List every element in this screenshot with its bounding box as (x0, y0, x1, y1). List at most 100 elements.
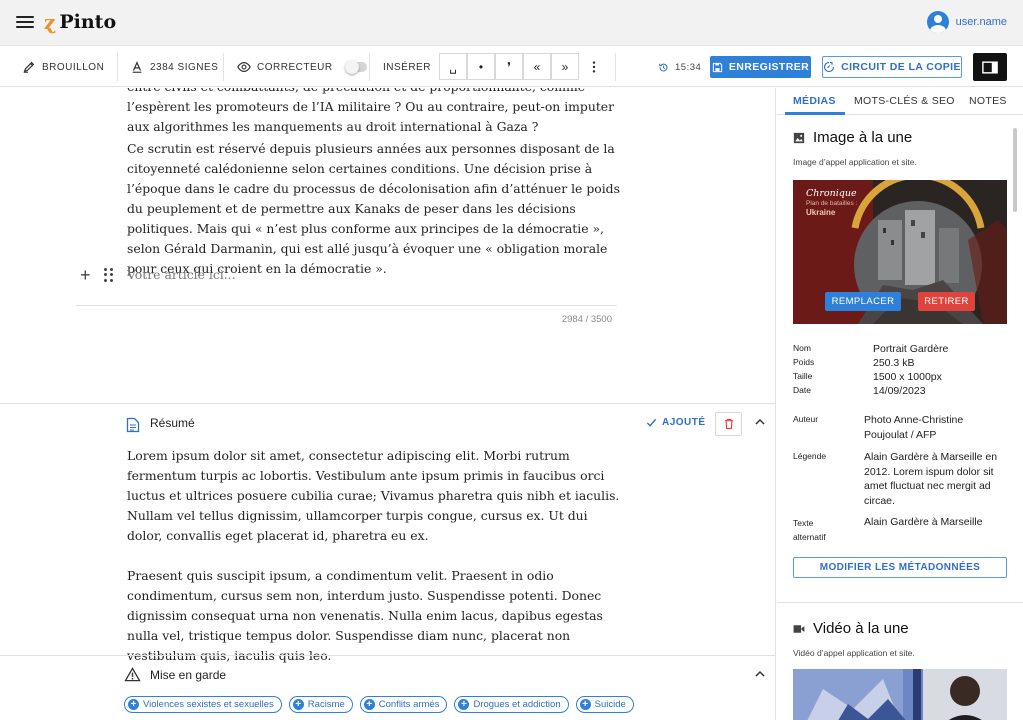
featured-image-title: Image à la une (813, 129, 913, 146)
image-overlay-topic: Ukraine (806, 208, 836, 217)
summary-header[interactable]: Résumé AJOUTÉ (0, 404, 775, 444)
insert-close-quote-button[interactable]: » (551, 53, 579, 80)
toggle-sidebar-button[interactable] (973, 53, 1007, 81)
time-label: 15:34 (675, 61, 702, 73)
tag-label: Racisme (307, 699, 345, 710)
chevron-up-icon[interactable] (754, 668, 766, 680)
featured-video-subtitle: Vidéo d’appel application et site. (793, 648, 915, 658)
tab-keywords-seo[interactable]: MOTS-CLÉS & SEO (854, 95, 955, 107)
article-input-placeholder[interactable]: Votre article ici... (127, 265, 236, 285)
image-icon (793, 132, 805, 143)
summary-paragraph[interactable]: Lorem ipsum dolor sit amet, consectetur … (127, 446, 622, 546)
sidebar-tabs: MÉDIAS MOTS-CLÉS & SEO NOTES (777, 88, 1023, 115)
article-char-count: 2984 / 3500 (561, 314, 612, 325)
sidebar-panel-icon (982, 60, 998, 74)
drag-handle-icon[interactable] (104, 268, 114, 282)
meta-value: Alain Gardère à Marseille (864, 516, 983, 528)
insert-apostrophe-button[interactable]: ❜ (495, 53, 523, 80)
insert-nbsp-button[interactable]: ␣ (439, 53, 467, 80)
warning-tag[interactable]: + Violences sexistes et sexuelles (124, 696, 282, 713)
last-saved-time: 15:34 (658, 47, 701, 87)
add-circle-icon: + (458, 699, 470, 710)
more-options-button[interactable] (587, 47, 601, 87)
insert-label: INSÉRER (383, 47, 431, 87)
meta-key: Légende (793, 451, 827, 461)
chevron-up-icon[interactable] (754, 416, 766, 428)
replace-image-button[interactable]: REMPLACER (825, 292, 901, 311)
remove-image-button[interactable]: RETIRER (918, 292, 975, 311)
article-editor[interactable]: entre civils et combattants, de précauti… (0, 88, 776, 720)
warning-tag[interactable]: + Drogues et addiction (454, 696, 569, 713)
sidebar-scrollbar[interactable] (1013, 128, 1017, 212)
tab-medias[interactable]: MÉDIAS (793, 95, 836, 107)
summary-added-status: AJOUTÉ (646, 417, 706, 428)
meta-value: Alain Gardère à Marseille en 2012. Lorem… (864, 451, 998, 507)
save-icon (712, 62, 723, 72)
summary-section: Résumé AJOUTÉ Lorem ipsum dolor sit amet… (0, 403, 775, 663)
char-count-indicator: 2384 SIGNES (130, 47, 218, 87)
added-label: AJOUTÉ (662, 417, 706, 428)
divider (76, 305, 617, 306)
menu-icon[interactable] (16, 13, 34, 31)
warning-tags: + Violences sexistes et sexuelles + Racism… (124, 696, 634, 713)
avatar-icon (926, 11, 949, 33)
summary-paragraph[interactable]: Praesent quis suscipit ipsum, a condimen… (127, 566, 622, 666)
warning-tag[interactable]: + Suicide (575, 696, 634, 713)
meta-value: 14/09/2023 (873, 385, 926, 397)
more-vertical-icon (592, 61, 596, 73)
char-count-label: 2384 SIGNES (150, 61, 219, 73)
history-icon (659, 63, 668, 71)
divider (777, 602, 1023, 603)
summary-text[interactable]: Lorem ipsum dolor sit amet, consectetur … (127, 446, 622, 686)
meta-value: Portrait Gardère (873, 343, 949, 355)
app-name: Pinto (59, 11, 117, 33)
draft-status-button[interactable]: BROUILLON (22, 47, 104, 87)
meta-key: Poids (793, 357, 815, 367)
meta-value: 1500 x 1000px (873, 371, 942, 383)
image-overlay-subtitle: Plan de batailles : (806, 200, 858, 207)
copy-circuit-button[interactable]: CIRCUIT DE LA COPIE (822, 56, 962, 78)
featured-video-heading: Vidéo à la une (793, 620, 909, 637)
corrector-label: CORRECTEUR (257, 61, 333, 73)
warning-tag[interactable]: + Racisme (288, 696, 353, 713)
trash-icon (724, 418, 733, 430)
meta-key: Date (793, 385, 811, 395)
article-paragraph[interactable]: entre civils et combattants, de précauti… (127, 88, 622, 137)
tag-label: Suicide (594, 699, 626, 710)
image-overlay-title: Chronique (806, 188, 857, 199)
insert-open-quote-button[interactable]: « (523, 53, 551, 80)
featured-image-subtitle: Image d’appel application et site. (793, 157, 917, 167)
corrector-switch[interactable] (344, 60, 367, 74)
add-block-icon[interactable]: + (80, 266, 96, 284)
edit-metadata-button[interactable]: MODIFIER LES MÉTADONNÉES (793, 557, 1007, 578)
featured-video-title: Vidéo à la une (813, 620, 909, 637)
warning-icon (124, 667, 141, 682)
top-bar: ɀ Pinto user.name (0, 0, 1023, 46)
featured-image-preview: Chronique Plan de batailles : Ukraine RE… (793, 180, 1007, 324)
warning-tag[interactable]: + Conflits armés (359, 696, 448, 713)
circuit-label: CIRCUIT DE LA COPIE (841, 61, 961, 73)
save-button[interactable]: ENREGISTRER (710, 56, 811, 78)
draft-label: BROUILLON (42, 61, 105, 73)
eye-icon (237, 62, 251, 72)
video-camera-icon (793, 624, 805, 633)
active-tab-indicator (785, 112, 845, 115)
meta-key: Texte alternatif (793, 518, 826, 542)
right-sidebar: MÉDIAS MOTS-CLÉS & SEO NOTES Image à la … (777, 88, 1023, 720)
add-circle-icon: + (128, 699, 139, 710)
text-format-icon (132, 61, 142, 73)
article-paragraph[interactable]: Ce scrutin est réservé depuis plusieurs … (127, 139, 622, 279)
insert-bullet-button[interactable]: • (467, 53, 495, 80)
meta-value: Photo Anne-Christine Poujoulat / AFP (864, 414, 964, 441)
app-logo[interactable]: ɀ Pinto (44, 11, 116, 33)
corrector-toggle[interactable]: CORRECTEUR (237, 47, 367, 87)
featured-video-thumbnail[interactable] (793, 669, 1007, 720)
tab-notes[interactable]: NOTES (969, 95, 1007, 107)
draft-pen-icon (23, 61, 35, 73)
document-icon (126, 417, 140, 433)
meta-key: Taille (793, 371, 813, 381)
warning-title: Mise en garde (150, 668, 227, 682)
video-thumbnail-photo (793, 669, 1007, 720)
delete-summary-button[interactable] (715, 412, 742, 436)
user-menu[interactable]: user.name (926, 11, 1007, 33)
